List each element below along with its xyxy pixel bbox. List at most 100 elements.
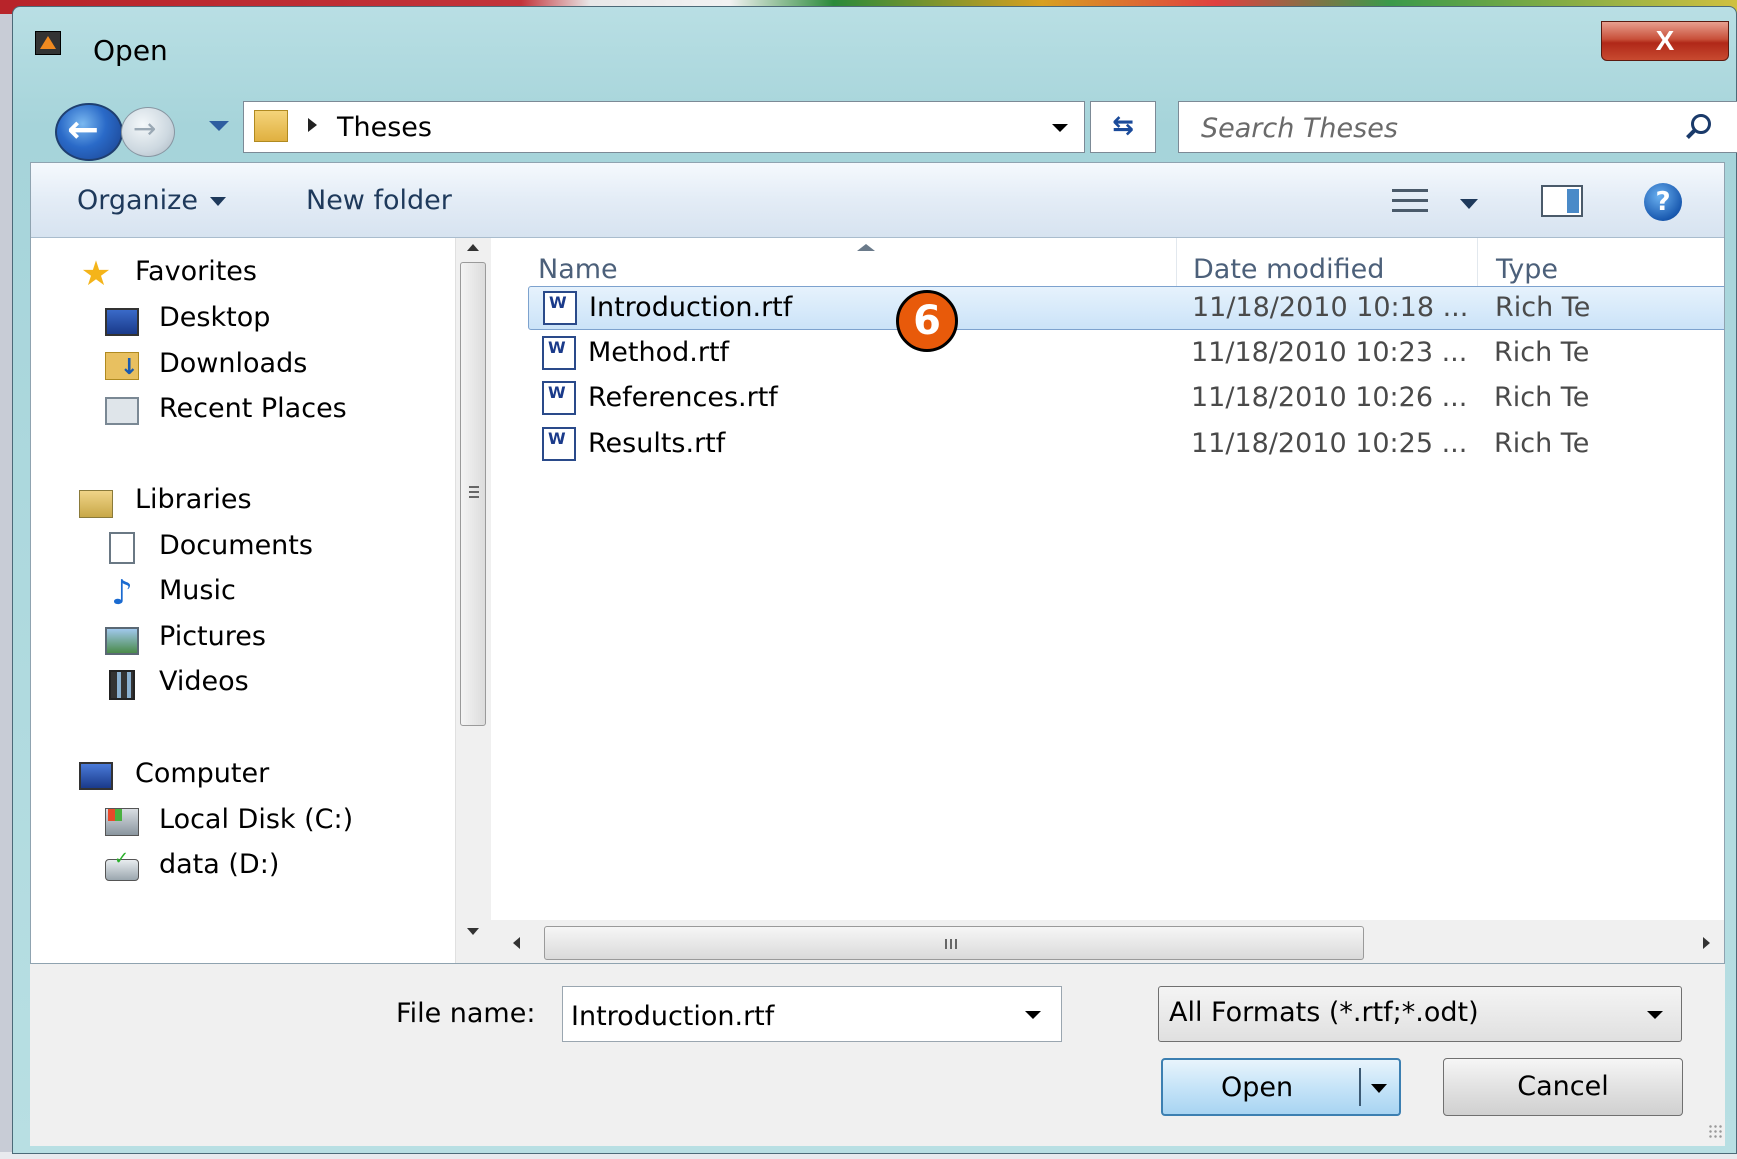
favorites-star-icon: ★ bbox=[80, 254, 112, 294]
new-folder-button[interactable]: New folder bbox=[306, 185, 452, 216]
help-icon[interactable]: ? bbox=[1644, 183, 1682, 221]
organize-label: Organize bbox=[77, 185, 198, 216]
open-button-label: Open bbox=[1221, 1072, 1294, 1103]
file-row-results[interactable]: Results.rtf 11/18/2010 10:25 ... Rich Te bbox=[528, 423, 1724, 467]
scroll-left-arrow-icon[interactable] bbox=[513, 937, 520, 949]
split-button-divider bbox=[1359, 1068, 1361, 1106]
sidebar-item-label: Music bbox=[159, 575, 236, 606]
file-name: Results.rtf bbox=[588, 428, 726, 459]
refresh-button[interactable]: ⇆ bbox=[1090, 101, 1156, 153]
sidebar-group-label: Favorites bbox=[135, 256, 257, 287]
dialog-footer: File name: All Formats (*.rtf;*.odt) Ope… bbox=[30, 964, 1725, 1146]
column-header-type[interactable]: Type bbox=[1496, 254, 1558, 285]
scroll-right-arrow-icon[interactable] bbox=[1703, 937, 1710, 949]
file-name: Method.rtf bbox=[588, 337, 730, 368]
file-row-references[interactable]: References.rtf 11/18/2010 10:26 ... Rich… bbox=[528, 377, 1724, 421]
file-list: Name Date modified Type Introduction.rtf… bbox=[491, 238, 1724, 963]
search-input[interactable] bbox=[1199, 110, 1653, 146]
sidebar-item-label: Pictures bbox=[159, 621, 266, 652]
breadcrumb-chevron-icon[interactable] bbox=[308, 118, 317, 132]
file-date-modified: 11/18/2010 10:26 ... bbox=[1191, 382, 1468, 413]
libraries-icon bbox=[79, 490, 113, 518]
file-type-selected: All Formats (*.rtf;*.odt) bbox=[1169, 997, 1479, 1028]
file-name-input[interactable] bbox=[569, 997, 1013, 1035]
rtf-document-icon bbox=[542, 336, 576, 370]
chevron-down-icon[interactable] bbox=[1025, 1011, 1041, 1019]
view-dropdown-icon[interactable] bbox=[1460, 199, 1478, 209]
removable-drive-icon bbox=[105, 848, 139, 881]
file-row-method[interactable]: Method.rtf 11/18/2010 10:23 ... Rich Te bbox=[528, 332, 1724, 376]
sidebar-item-label: Local Disk (C:) bbox=[159, 804, 354, 835]
preview-pane-icon[interactable] bbox=[1541, 185, 1583, 217]
videos-icon bbox=[109, 670, 135, 700]
sidebar-group-label: Libraries bbox=[135, 484, 252, 515]
rtf-document-icon bbox=[543, 291, 577, 325]
column-header-date-modified[interactable]: Date modified bbox=[1193, 254, 1384, 285]
sort-ascending-icon bbox=[857, 244, 875, 251]
sidebar-item-label: Recent Places bbox=[159, 393, 347, 424]
recent-pages-dropdown-icon[interactable] bbox=[209, 121, 229, 131]
search-box[interactable] bbox=[1178, 101, 1737, 153]
sidebar-item-label: Documents bbox=[159, 530, 313, 561]
file-type: Rich Te bbox=[1495, 292, 1591, 323]
scroll-up-arrow-icon[interactable] bbox=[467, 244, 479, 251]
chevron-down-icon bbox=[209, 197, 226, 206]
file-name: Introduction.rtf bbox=[589, 292, 793, 323]
file-name-combobox[interactable] bbox=[562, 986, 1062, 1042]
search-icon[interactable] bbox=[1691, 114, 1711, 134]
downloads-icon bbox=[105, 352, 139, 380]
local-disk-icon bbox=[105, 808, 139, 836]
organize-button[interactable]: Organize bbox=[77, 185, 226, 216]
open-options-dropdown-icon[interactable] bbox=[1371, 1084, 1387, 1093]
sidebar-item-label: Downloads bbox=[159, 348, 308, 379]
dialog-body: Organize New folder ? ★ Favorites Deskto… bbox=[30, 162, 1725, 964]
file-type: Rich Te bbox=[1494, 337, 1590, 368]
open-button[interactable]: Open bbox=[1161, 1058, 1401, 1116]
recent-places-icon bbox=[105, 397, 139, 425]
address-bar[interactable]: Theses bbox=[243, 101, 1085, 153]
sidebar-group-label: Computer bbox=[135, 758, 270, 789]
breadcrumb-theses[interactable]: Theses bbox=[337, 112, 432, 143]
navigation-pane-scrollbar[interactable] bbox=[455, 238, 491, 963]
resize-grip-icon[interactable] bbox=[1708, 1124, 1722, 1138]
file-type: Rich Te bbox=[1494, 382, 1590, 413]
scrollbar-grip-icon bbox=[945, 939, 947, 949]
back-button[interactable] bbox=[55, 103, 123, 161]
file-list-horizontal-scrollbar[interactable] bbox=[491, 920, 1724, 963]
computer-icon bbox=[79, 762, 113, 790]
address-dropdown-icon[interactable] bbox=[1052, 124, 1068, 132]
step-number-badge: 6 bbox=[896, 290, 958, 352]
file-type-select[interactable]: All Formats (*.rtf;*.odt) bbox=[1158, 986, 1682, 1042]
file-row-introduction[interactable]: Introduction.rtf 11/18/2010 10:18 ... Ri… bbox=[528, 286, 1724, 330]
close-button[interactable]: X bbox=[1601, 21, 1729, 61]
folder-icon bbox=[254, 110, 288, 142]
forward-button[interactable] bbox=[121, 107, 175, 157]
file-name: References.rtf bbox=[588, 382, 778, 413]
chevron-down-icon bbox=[1647, 1011, 1663, 1019]
sidebar-item-label: Videos bbox=[159, 666, 249, 697]
rtf-document-icon bbox=[542, 427, 576, 461]
sidebar-item-label: Desktop bbox=[159, 302, 271, 333]
documents-icon bbox=[109, 532, 135, 564]
scrollbar-thumb[interactable] bbox=[544, 926, 1364, 960]
desktop-icon bbox=[105, 308, 139, 336]
sidebar-item-label: data (D:) bbox=[159, 849, 280, 880]
app-icon bbox=[35, 31, 61, 55]
file-date-modified: 11/18/2010 10:23 ... bbox=[1191, 337, 1468, 368]
view-options-icon[interactable] bbox=[1392, 187, 1428, 215]
cancel-button[interactable]: Cancel bbox=[1443, 1058, 1683, 1116]
file-date-modified: 11/18/2010 10:18 ... bbox=[1192, 292, 1469, 323]
navigation-pane: ★ Favorites Desktop Downloads Recent Pla… bbox=[31, 238, 455, 963]
file-date-modified: 11/18/2010 10:25 ... bbox=[1191, 428, 1468, 459]
column-header-name[interactable]: Name bbox=[538, 254, 618, 285]
scroll-down-arrow-icon[interactable] bbox=[467, 928, 479, 935]
scrollbar-thumb[interactable] bbox=[460, 262, 486, 726]
command-toolbar: Organize New folder ? bbox=[31, 163, 1724, 238]
rtf-document-icon bbox=[542, 381, 576, 415]
pictures-icon bbox=[105, 627, 139, 655]
scrollbar-grip-icon bbox=[469, 486, 479, 488]
music-icon: ♪ bbox=[111, 573, 133, 613]
file-type: Rich Te bbox=[1494, 428, 1590, 459]
file-name-label: File name: bbox=[396, 998, 536, 1029]
window-title: Open bbox=[93, 34, 168, 67]
